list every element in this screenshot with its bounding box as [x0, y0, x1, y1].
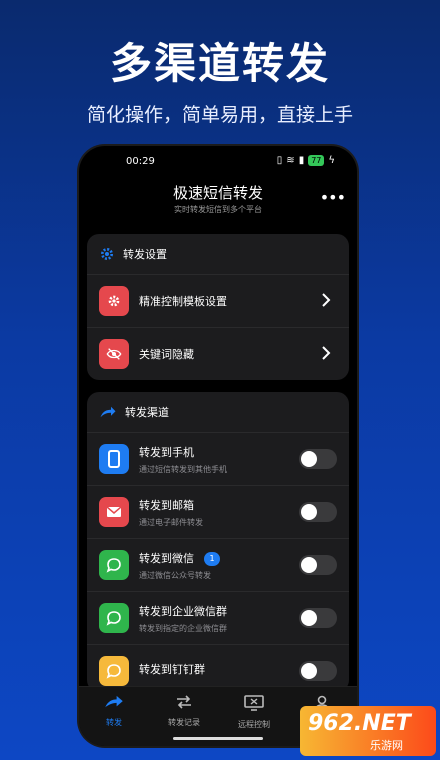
channel-item-phone[interactable]: 转发到手机 通过短信转发到其他手机 — [87, 432, 349, 485]
tab-label: 远程控制 — [238, 720, 270, 729]
settings-card: 转发设置 精准控制模板设置 关键词隐藏 — [87, 234, 349, 380]
chevron-right-icon — [322, 293, 331, 307]
tab-remote[interactable]: 远程控制 — [219, 695, 289, 730]
wifi-icon: ≋ — [286, 155, 295, 166]
gear-icon — [101, 248, 113, 260]
channel-title: 转发到钉钉群 — [139, 663, 205, 676]
channels-card-header: 转发渠道 — [87, 392, 349, 432]
channel-title: 转发到企业微信群 — [139, 604, 227, 618]
channel-item-email[interactable]: 转发到邮箱 通过电子邮件转发 — [87, 485, 349, 538]
channel-title: 转发到邮箱 — [139, 498, 194, 512]
tab-label: 转发记录 — [168, 718, 200, 727]
app-subtitle: 实时转发短信到多个平台 — [174, 205, 262, 214]
settings-item-template[interactable]: 精准控制模板设置 — [87, 274, 349, 327]
settings-item-label: 关键词隐藏 — [139, 348, 194, 361]
tab-forward[interactable]: 转发 — [79, 695, 149, 728]
remote-screen-icon — [244, 695, 264, 711]
signal-icon: ▮ — [298, 155, 305, 166]
chevron-right-icon — [322, 346, 331, 360]
phone-frame: 00:29 ▯ ≋ ▮ 77 ϟ 极速短信转发 实时转发短信到多个平台 ••• … — [79, 146, 357, 746]
eye-off-icon — [99, 339, 129, 369]
channel-item-dingtalk[interactable]: 转发到钉钉群 — [87, 644, 349, 692]
app-title: 极速短信转发 — [172, 184, 263, 202]
channel-desc: 通过微信公众号转发 — [139, 570, 211, 580]
chat-icon — [99, 603, 129, 633]
channel-toggle[interactable] — [299, 555, 337, 575]
tab-label: 转发 — [106, 718, 122, 727]
channel-title: 转发到微信 — [139, 551, 194, 565]
status-icons: ▯ ≋ ▮ 77 ϟ — [277, 155, 335, 166]
channel-desc: 通过电子邮件转发 — [139, 517, 203, 527]
mail-icon — [99, 497, 129, 527]
watermark-logo: 962.NET 乐游网 — [300, 706, 436, 756]
gear-icon — [99, 286, 129, 316]
channel-desc: 通过短信转发到其他手机 — [139, 464, 227, 474]
home-indicator[interactable] — [173, 737, 263, 740]
promo-subheadline: 简化操作，简单易用，直接上手 — [86, 104, 353, 126]
battery-icon: 77 — [308, 155, 325, 166]
tab-history[interactable]: 转发记录 — [149, 695, 219, 728]
channels-card: 转发渠道 转发到手机 通过短信转发到其他手机 转发到邮箱 通过电子邮件转发 转发… — [87, 392, 349, 692]
channel-toggle[interactable] — [299, 608, 337, 628]
forward-icon — [100, 406, 116, 418]
channel-item-wechat[interactable]: 转发到微信 1 通过微信公众号转发 — [87, 538, 349, 591]
promo-headline: 多渠道转发 — [109, 39, 330, 88]
channel-item-wecom[interactable]: 转发到企业微信群 转发到指定的企业微信群 — [87, 591, 349, 644]
chat-icon — [99, 550, 129, 580]
channel-title: 转发到手机 — [139, 445, 194, 459]
settings-card-title: 转发设置 — [123, 248, 167, 261]
channel-title-wrap: 转发到微信 1 — [139, 550, 220, 566]
channel-toggle[interactable] — [299, 661, 337, 681]
channel-toggle[interactable] — [299, 449, 337, 469]
settings-card-header: 转发设置 — [87, 234, 349, 274]
notification-badge: 1 — [204, 551, 220, 566]
settings-item-label: 精准控制模板设置 — [139, 295, 227, 308]
swap-arrows-icon — [177, 695, 191, 709]
more-menu-icon[interactable]: ••• — [320, 188, 346, 207]
channel-desc: 转发到指定的企业微信群 — [139, 623, 227, 633]
channels-card-title: 转发渠道 — [125, 406, 169, 419]
chat-icon — [99, 656, 129, 686]
status-time: 00:29 — [126, 156, 155, 167]
status-bar: 00:29 ▯ ≋ ▮ 77 ϟ — [79, 146, 357, 176]
charging-icon: ϟ — [328, 155, 335, 166]
phone-icon — [99, 444, 129, 474]
forward-icon — [105, 695, 123, 708]
channel-toggle[interactable] — [299, 502, 337, 522]
vibrate-icon: ▯ — [276, 155, 283, 166]
watermark-logo-text: 962.NET — [308, 711, 411, 736]
settings-item-keyword-hide[interactable]: 关键词隐藏 — [87, 327, 349, 380]
watermark-sub-text: 乐游网 — [370, 739, 403, 752]
